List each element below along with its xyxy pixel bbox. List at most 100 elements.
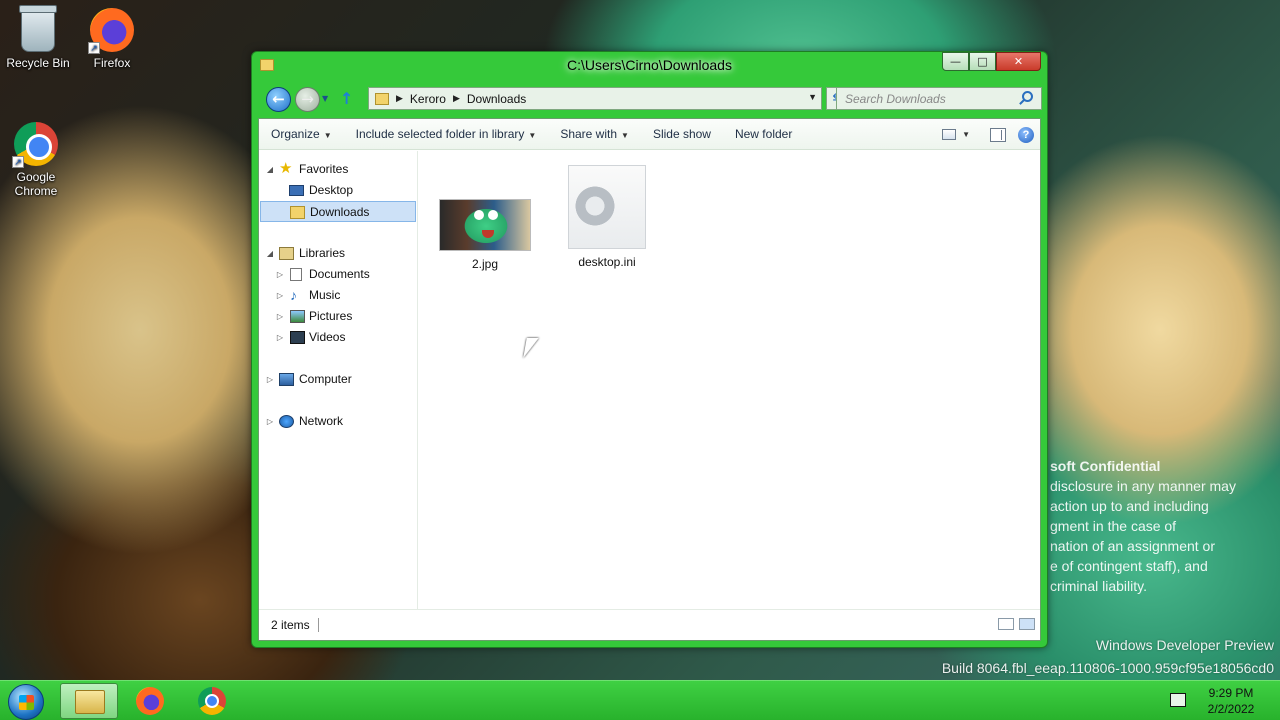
collapse-arrow-icon[interactable]: ▷ bbox=[265, 411, 275, 432]
include-label: Include selected folder in library bbox=[355, 126, 525, 141]
shortcut-arrow-icon: ↗ bbox=[12, 156, 24, 168]
command-bar-right: ▼ ? bbox=[936, 119, 1040, 150]
new-folder-button[interactable]: New folder bbox=[723, 119, 804, 150]
tree-label: Documents bbox=[309, 267, 370, 281]
share-label: Share with bbox=[560, 126, 618, 141]
tree-item-documents[interactable]: ▷ Documents bbox=[259, 264, 416, 285]
expand-arrow-icon[interactable]: ◢ bbox=[265, 243, 275, 264]
breadcrumb-separator-icon[interactable]: ▶ bbox=[396, 93, 403, 104]
tree-item-pictures[interactable]: ▷ Pictures bbox=[259, 306, 416, 327]
chevron-down-icon: ▼ bbox=[323, 130, 332, 140]
tree-label: Network bbox=[299, 414, 344, 428]
details-view-icon[interactable] bbox=[998, 618, 1014, 630]
network-icon bbox=[279, 415, 294, 428]
star-icon: ★ bbox=[279, 160, 293, 177]
firefox-icon bbox=[136, 687, 164, 715]
confidential-line: criminal liability. bbox=[1050, 578, 1147, 594]
start-button[interactable] bbox=[8, 684, 44, 720]
desktop-icon-label: Firefox bbox=[93, 56, 131, 70]
taskbar-firefox-button[interactable] bbox=[122, 683, 180, 719]
content-frame: Organize ▼ Include selected folder in lib… bbox=[258, 118, 1041, 641]
expand-arrow-icon[interactable]: ◢ bbox=[265, 159, 275, 180]
confidential-line: soft Confidential bbox=[1050, 458, 1161, 474]
tree-item-favorites[interactable]: ◢ ★ Favorites bbox=[259, 159, 416, 180]
os-build-watermark: Build 8064.fbl_eeap.110806-1000.959cf95e… bbox=[941, 660, 1274, 676]
maximize-button[interactable]: □ bbox=[969, 52, 996, 71]
tree-item-music[interactable]: ▷ ♪ Music bbox=[259, 285, 416, 306]
title-bar[interactable]: C:\Users\Cirno\Downloads — □ ✕ bbox=[252, 52, 1047, 82]
organize-menu[interactable]: Organize ▼ bbox=[259, 119, 344, 150]
forward-button[interactable]: → bbox=[295, 87, 320, 112]
status-bar: 2 items bbox=[259, 609, 1040, 640]
back-button[interactable]: ← bbox=[266, 87, 291, 112]
help-icon[interactable]: ? bbox=[1018, 126, 1034, 143]
collapse-arrow-icon[interactable]: ▷ bbox=[275, 264, 285, 285]
breadcrumb-separator-icon[interactable]: ▶ bbox=[453, 93, 460, 104]
tree-item-network[interactable]: ▷ Network bbox=[259, 411, 416, 432]
tree-label: Videos bbox=[309, 330, 346, 344]
action-center-icon[interactable] bbox=[1170, 693, 1186, 707]
collapse-arrow-icon[interactable]: ▷ bbox=[275, 327, 285, 348]
change-view-icon[interactable] bbox=[942, 129, 957, 140]
tree-item-libraries[interactable]: ◢ Libraries bbox=[259, 243, 416, 264]
collapse-arrow-icon[interactable]: ▷ bbox=[275, 306, 285, 327]
tree-label: Desktop bbox=[309, 183, 354, 197]
settings-file-icon bbox=[568, 165, 646, 249]
tree-label: Computer bbox=[299, 372, 352, 386]
minimize-button[interactable]: — bbox=[942, 52, 969, 71]
chevron-down-icon[interactable]: ▼ bbox=[962, 130, 970, 139]
desktop-icon bbox=[289, 185, 304, 196]
taskbar-chrome-button[interactable] bbox=[184, 683, 242, 719]
confidential-line: disclosure in any manner may bbox=[1050, 478, 1236, 494]
file-item[interactable]: 2.jpg bbox=[435, 199, 535, 271]
downloads-folder-icon bbox=[290, 206, 305, 219]
close-button[interactable]: ✕ bbox=[996, 52, 1041, 71]
tree-item-computer[interactable]: ▷ Computer bbox=[259, 369, 416, 390]
search-icon[interactable] bbox=[1022, 91, 1033, 102]
desktop-icon-recycle-bin[interactable]: Recycle Bin bbox=[0, 5, 76, 70]
tree-label: Downloads bbox=[310, 205, 370, 219]
desktop-icon-label: Google Chrome bbox=[14, 170, 58, 198]
chrome-icon: ↗ bbox=[12, 122, 58, 168]
file-name: desktop.ini bbox=[578, 255, 636, 269]
address-dropdown-icon[interactable]: ▼ bbox=[808, 92, 817, 102]
libraries-icon bbox=[279, 247, 294, 260]
tree-label: Pictures bbox=[309, 309, 353, 323]
large-icons-view-icon[interactable] bbox=[1019, 618, 1035, 630]
firefox-icon: ↗ bbox=[88, 8, 134, 54]
taskbar-explorer-button[interactable] bbox=[60, 683, 118, 719]
chevron-down-icon: ▼ bbox=[528, 130, 537, 140]
pictures-icon bbox=[290, 310, 305, 323]
window-controls: — □ ✕ bbox=[942, 52, 1041, 71]
file-item[interactable]: desktop.ini bbox=[557, 165, 657, 269]
breadcrumb-downloads[interactable]: Downloads bbox=[467, 92, 526, 106]
tree-item-desktop[interactable]: Desktop bbox=[259, 180, 416, 201]
address-bar[interactable]: ▶ Keroro ▶ Downloads ▼ bbox=[368, 87, 822, 110]
system-clock[interactable]: 9:29 PM 2/2/2022 bbox=[1196, 685, 1266, 717]
include-in-library-menu[interactable]: Include selected folder in library ▼ bbox=[344, 119, 549, 150]
recent-locations-chevron-icon[interactable]: ▼ bbox=[322, 94, 328, 103]
slide-show-button[interactable]: Slide show bbox=[641, 119, 723, 150]
preview-pane-icon[interactable] bbox=[990, 127, 1006, 142]
search-box[interactable] bbox=[836, 87, 1042, 110]
search-input[interactable] bbox=[837, 88, 1012, 109]
tree-label: Favorites bbox=[299, 162, 349, 176]
collapse-arrow-icon[interactable]: ▷ bbox=[275, 285, 285, 306]
chrome-icon bbox=[198, 687, 226, 715]
file-list[interactable]: 2.jpg desktop.ini bbox=[419, 151, 1040, 609]
image-thumbnail bbox=[439, 199, 531, 251]
up-arrow-icon[interactable]: ↑ bbox=[340, 89, 353, 108]
breadcrumb-keroro[interactable]: Keroro bbox=[410, 92, 446, 106]
desktop-icon-chrome[interactable]: ↗ Google Chrome bbox=[0, 122, 74, 198]
chevron-down-icon: ▼ bbox=[621, 130, 629, 140]
tree-item-downloads[interactable]: Downloads bbox=[260, 201, 416, 222]
collapse-arrow-icon[interactable]: ▷ bbox=[265, 369, 275, 390]
desktop-icon-firefox[interactable]: ↗ Firefox bbox=[74, 8, 150, 70]
confidential-watermark: soft Confidential disclosure in any mann… bbox=[1050, 456, 1280, 596]
share-with-menu[interactable]: Share with ▼ bbox=[548, 119, 641, 150]
clock-time: 9:29 PM bbox=[1208, 686, 1254, 700]
explorer-window[interactable]: C:\Users\Cirno\Downloads — □ ✕ ← → ▼ ↑ ▶… bbox=[251, 51, 1048, 648]
tree-item-videos[interactable]: ▷ Videos bbox=[259, 327, 416, 348]
item-count: 2 items bbox=[271, 618, 319, 632]
recycle-bin-icon bbox=[19, 5, 57, 52]
